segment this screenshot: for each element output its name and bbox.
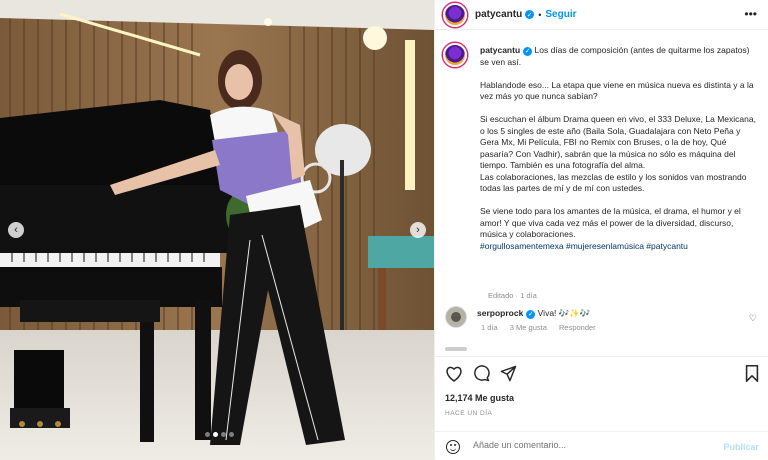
save-bookmark-button[interactable] [745, 365, 759, 382]
post-header: patycantu ✓ • Seguir ••• [435, 0, 768, 30]
bookmark-icon [745, 365, 759, 382]
verified-badge-icon: ✓ [526, 309, 536, 319]
post-actions: 12,174 Me gusta HACE UN DÍA Publicar [435, 356, 768, 456]
caption-avatar[interactable] [443, 43, 467, 67]
comment-bubble-icon[interactable] [473, 365, 490, 382]
caption-text: patycantu ✓ Los días de composición (ante… [480, 45, 760, 252]
comment-input[interactable] [473, 440, 703, 450]
like-count[interactable]: 12,174 Me gusta [445, 393, 514, 403]
reply-button[interactable]: Responder [559, 323, 596, 332]
separator-dot: • [538, 9, 542, 20]
post-timestamp: HACE UN DÍA [445, 410, 493, 417]
carousel-dot [205, 432, 210, 437]
author-username[interactable]: patycantu [475, 9, 522, 20]
comment-like-heart-icon[interactable]: ♡ [749, 313, 757, 324]
next-comment-partial [445, 347, 467, 351]
action-icons [445, 365, 517, 382]
publish-button[interactable]: Publicar [723, 442, 759, 452]
comment-line: serpoprock ✓ Viva! 🎶✨🎶 [477, 308, 591, 319]
next-photo-button[interactable]: › [410, 222, 426, 238]
follow-button[interactable]: Seguir [545, 9, 576, 20]
share-send-icon[interactable] [500, 365, 517, 382]
comment-time: 1 día [481, 323, 498, 332]
add-comment-bar: Publicar [435, 431, 768, 460]
verified-badge-icon: ✓ [525, 10, 535, 19]
comment-meta: 1 día 3 Me gusta Responder [481, 323, 606, 332]
chevron-left-icon: ‹ [14, 224, 18, 236]
caption-username[interactable]: patycantu [480, 45, 520, 55]
carousel-dot [221, 432, 226, 437]
author-avatar[interactable] [443, 2, 467, 27]
more-options-icon[interactable]: ••• [744, 8, 757, 20]
verified-badge-icon: ✓ [523, 47, 533, 57]
emoji-icon[interactable] [446, 440, 460, 454]
carousel-dot-active [213, 432, 218, 437]
photo-artwork [0, 0, 434, 460]
comment-likes[interactable]: 3 Me gusta [510, 323, 547, 332]
carousel-dots [205, 432, 234, 437]
caption-body: Los días de composición (antes de quitar… [480, 45, 756, 239]
chevron-right-icon: › [416, 224, 420, 236]
commenter-avatar[interactable] [445, 306, 467, 328]
comment-text: Viva! 🎶✨🎶 [535, 308, 591, 318]
caption-meta: Editado · 1 día [488, 291, 537, 300]
commenter-username[interactable]: serpoprock [477, 308, 523, 318]
post-photo[interactable]: ‹ › [0, 0, 434, 460]
comments-section[interactable]: patycantu ✓ Los días de composición (ante… [435, 31, 768, 356]
like-heart-icon[interactable] [445, 365, 463, 382]
post-sidebar: patycantu ✓ • Seguir ••• patycantu ✓ Los … [434, 0, 768, 460]
caption-hashtags[interactable]: #orgullosamentemexa #mujeresenlamúsica #… [480, 241, 688, 251]
carousel-dot [229, 432, 234, 437]
previous-photo-button[interactable]: ‹ [8, 222, 24, 238]
